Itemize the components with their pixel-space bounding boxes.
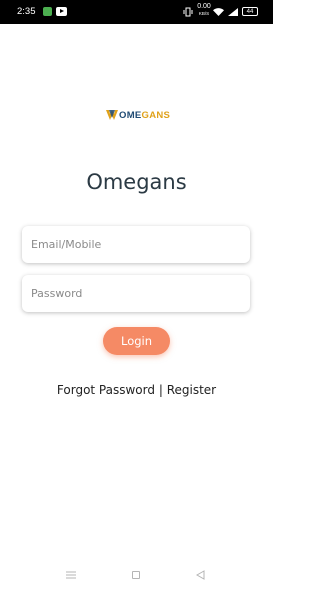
omegans-logo: OMEGANS [106,108,170,122]
notification-app-icon [43,7,52,16]
status-time: 2:35 [17,6,36,17]
auth-links: Forgot Password | Register [0,383,273,397]
link-separator: | [158,383,163,397]
page-title: Omegans [86,170,187,194]
password-input[interactable] [22,275,250,312]
menu-icon[interactable] [66,571,76,579]
email-mobile-input[interactable] [22,226,250,263]
back-icon[interactable] [196,570,205,580]
home-icon[interactable] [132,571,140,579]
system-nav-bar [0,566,273,586]
signal-icon [228,8,238,16]
status-bar: 2:35 0.00 KB/S 44 [0,0,273,24]
vibrate-icon [183,7,193,17]
net-speed: 0.00 KB/S [197,3,211,17]
logo-text-suffix: GANS [141,109,171,121]
logo-text-prefix: OME [119,109,142,121]
forgot-password-link[interactable]: Forgot Password [57,383,155,397]
wifi-icon [213,8,224,16]
logo-mark-icon [106,110,118,120]
register-link[interactable]: Register [167,383,216,397]
net-speed-value: 0.00 [197,3,211,10]
net-speed-unit: KB/S [198,11,210,16]
logo-text: OMEGANS [119,110,170,121]
battery-icon: 44 [242,7,258,16]
login-button[interactable]: Login [103,327,170,355]
youtube-icon [56,7,67,16]
